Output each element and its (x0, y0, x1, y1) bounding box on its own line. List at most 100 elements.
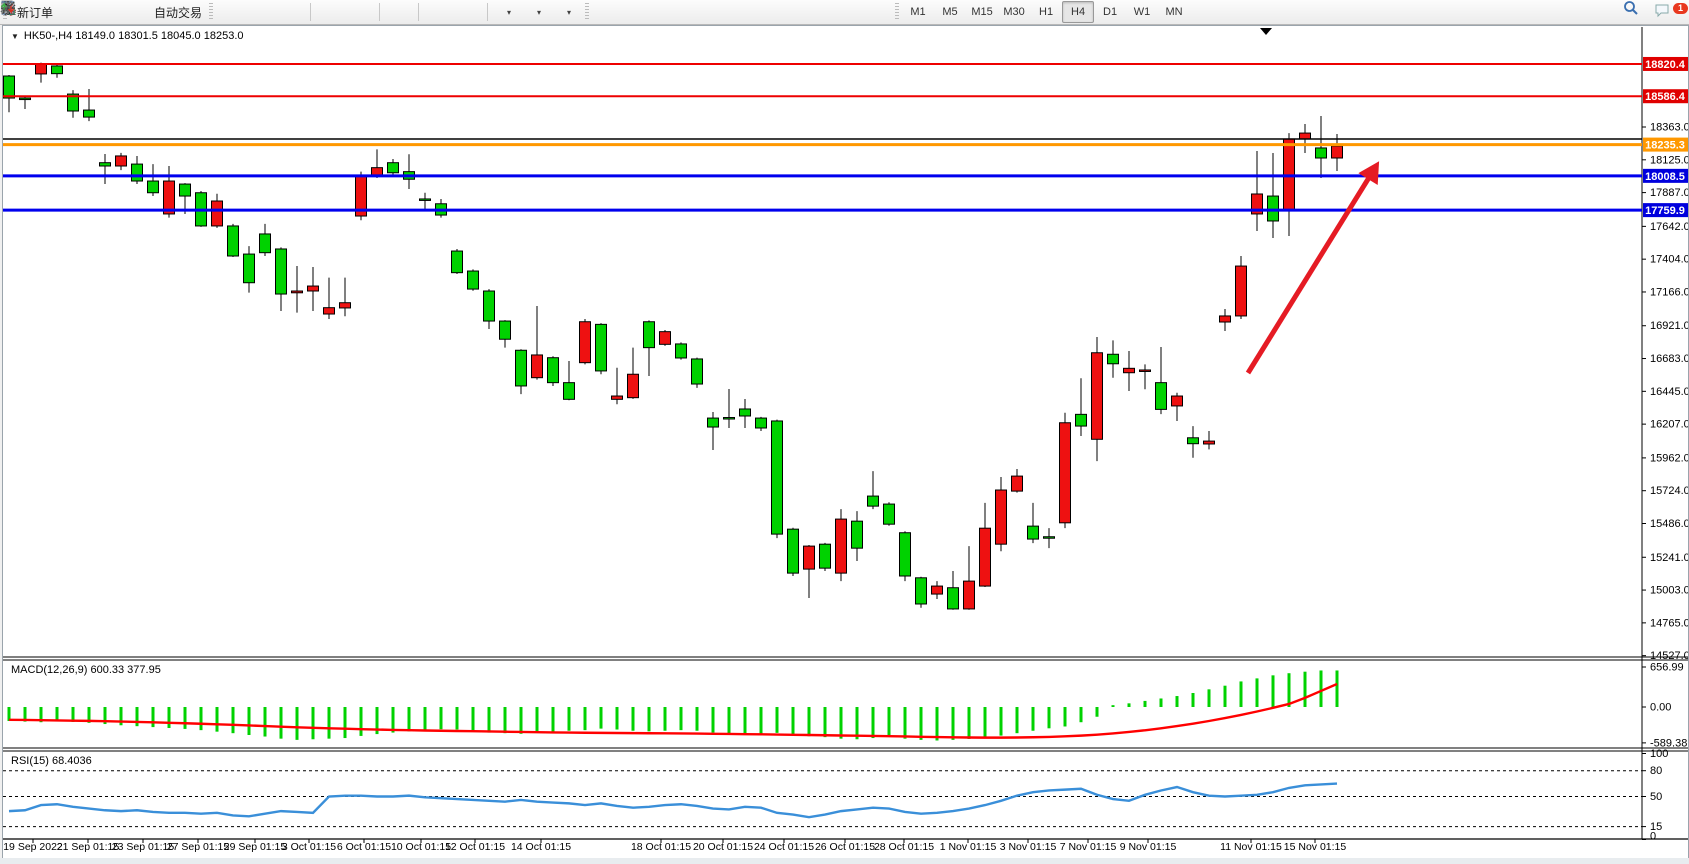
bear-candle (212, 201, 223, 226)
charts-profile-button[interactable] (57, 1, 87, 23)
date-label: 15 Nov 01:15 (1284, 841, 1347, 853)
bull-candle (84, 110, 95, 117)
chart-window[interactable]: ▼ HK50-,H4 18149.0 18301.5 18045.0 18253… (2, 25, 1689, 859)
bull-candle (820, 544, 831, 568)
date-label: 26 Oct 01:15 (815, 841, 875, 853)
new-order-button[interactable]: 新订单 (10, 1, 57, 23)
date-label: 12 Oct 01:15 (445, 841, 505, 853)
bear-candle (964, 581, 975, 609)
bear-candle (308, 286, 319, 291)
bear-candle (1236, 266, 1247, 316)
date-label: 3 Nov 01:15 (1000, 841, 1057, 853)
autotrading-button[interactable]: 自动交易 (147, 1, 206, 23)
svg-text:16683.0: 16683.0 (1650, 353, 1688, 365)
cursor-button[interactable] (592, 1, 622, 23)
price-badge-label: 18586.4 (1645, 91, 1686, 103)
bear-candle (1012, 476, 1023, 491)
date-label: 21 Sep 01:15 (57, 841, 120, 853)
bull-candle (452, 251, 463, 273)
chart-shift-button[interactable] (453, 1, 483, 23)
bar-chart-button[interactable] (216, 1, 246, 23)
svg-text:100: 100 (1650, 748, 1668, 760)
bear-candle (1300, 133, 1311, 139)
bear-candle (1140, 370, 1151, 372)
bear-candle (932, 586, 943, 594)
bull-candle (1108, 354, 1119, 364)
timeframe-d1-button[interactable]: D1 (1094, 1, 1126, 23)
bear-candle (1060, 423, 1071, 523)
arrows-button[interactable] (862, 1, 892, 23)
crosshair-button[interactable] (622, 1, 652, 23)
templates-button[interactable]: ▾ (552, 1, 582, 23)
bull-candle (500, 321, 511, 339)
date-label: 3 Oct 01:15 (282, 841, 336, 853)
timeframe-h1-button[interactable]: H1 (1030, 1, 1062, 23)
chart-canvas[interactable]: 18363.018125.017887.017642.017404.017166… (3, 26, 1688, 858)
chat-button[interactable]: 1 (1653, 1, 1683, 23)
vertical-line-button[interactable] (652, 1, 682, 23)
chevron-down-icon: ▾ (507, 8, 511, 17)
zoom-in-button[interactable]: + (315, 1, 345, 23)
timeframe-h4-button[interactable]: H4 (1062, 1, 1094, 23)
bull-candle (1188, 438, 1199, 444)
equidistant-channel-button[interactable]: E (742, 1, 772, 23)
date-label: 27 Sep 01:15 (167, 841, 230, 853)
bull-candle (788, 529, 799, 573)
svg-text:17166.0: 17166.0 (1650, 286, 1688, 298)
bull-candle (1044, 537, 1055, 539)
timeframe-w1-button[interactable]: W1 (1126, 1, 1158, 23)
toolbar-grip[interactable] (209, 3, 213, 21)
new-chart-button[interactable]: ▾ (492, 1, 522, 23)
bull-candle (420, 199, 431, 201)
bull-candle (772, 421, 783, 534)
bull-candle (132, 164, 143, 181)
horizontal-line-button[interactable] (682, 1, 712, 23)
text-button[interactable]: A (802, 1, 832, 23)
bull-candle (740, 409, 751, 416)
svg-text:80: 80 (1650, 765, 1662, 777)
svg-text:14765.0: 14765.0 (1650, 617, 1688, 629)
text-label-button[interactable]: T (832, 1, 862, 23)
date-label: 20 Oct 01:15 (693, 841, 753, 853)
bear-candle (804, 546, 815, 569)
bear-candle (980, 528, 991, 586)
date-label: 23 Sep 01:15 (112, 841, 175, 853)
zoom-out-button[interactable]: − (345, 1, 375, 23)
price-badge-label: 18235.3 (1645, 140, 1685, 152)
timeframe-m15-button[interactable]: M15 (966, 1, 998, 23)
toolbar-grip[interactable] (585, 3, 589, 21)
price-badge-label: 18008.5 (1645, 171, 1685, 183)
search-button[interactable] (1623, 1, 1653, 23)
tile-windows-button[interactable] (384, 1, 414, 23)
bull-candle (724, 418, 735, 420)
bear-candle (532, 355, 543, 378)
periods-button[interactable]: ▾ (522, 1, 552, 23)
svg-text:16207.0: 16207.0 (1650, 419, 1688, 431)
bear-candle (1204, 441, 1215, 444)
fibonacci-button[interactable]: F (772, 1, 802, 23)
bull-candle (916, 578, 927, 604)
bull-candle (708, 418, 719, 427)
bear-candle (36, 64, 47, 74)
date-label: 28 Oct 01:15 (874, 841, 934, 853)
bull-candle (260, 234, 271, 253)
market-window-button[interactable] (87, 1, 117, 23)
candlestick-button[interactable] (246, 1, 276, 23)
trendline-button[interactable] (712, 1, 742, 23)
chevron-down-icon[interactable]: ▼ (11, 32, 19, 41)
bull-candle (244, 254, 255, 283)
toolbar-grip[interactable] (895, 3, 899, 21)
bull-candle (100, 163, 111, 166)
signals-button[interactable] (117, 1, 147, 23)
timeframe-m1-button[interactable]: M1 (902, 1, 934, 23)
bull-candle (228, 226, 239, 256)
svg-text:15003.0: 15003.0 (1650, 585, 1688, 597)
timeframe-mn-button[interactable]: MN (1158, 1, 1190, 23)
timeframe-m30-button[interactable]: M30 (998, 1, 1030, 23)
timeframe-m5-button[interactable]: M5 (934, 1, 966, 23)
line-chart-button[interactable] (276, 1, 306, 23)
auto-scroll-button[interactable] (423, 1, 453, 23)
autotrading-label: 自动交易 (154, 4, 202, 21)
svg-text:16445.0: 16445.0 (1650, 386, 1688, 398)
svg-text:656.99: 656.99 (1650, 662, 1684, 674)
